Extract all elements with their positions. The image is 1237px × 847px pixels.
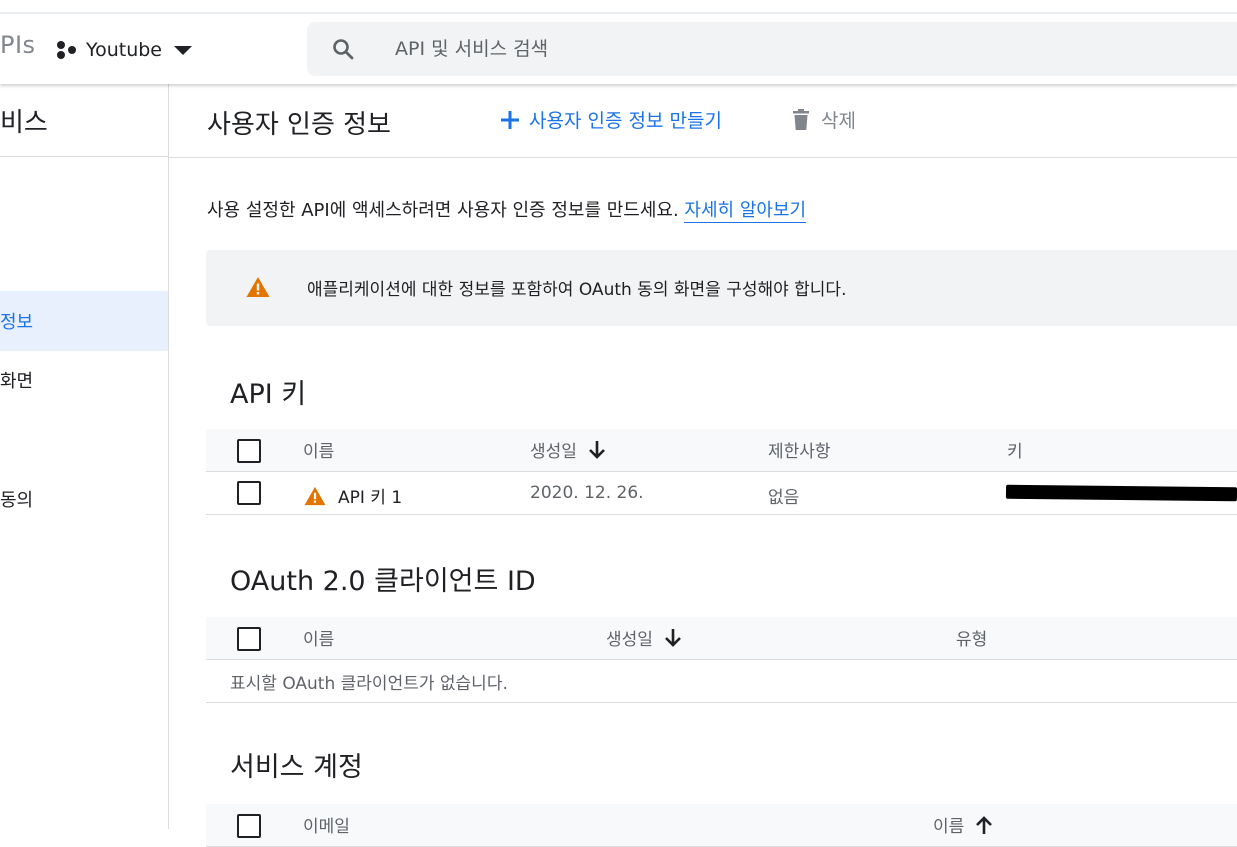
column-header-label: 이메일 <box>303 817 350 837</box>
select-all-checkbox[interactable] <box>237 627 261 651</box>
api-key-name-cell[interactable]: API 키 1 <box>304 483 402 508</box>
column-header-name[interactable]: 이름 <box>303 625 334 650</box>
project-icon <box>57 41 76 59</box>
redacted-key-value <box>1005 484 1237 502</box>
plus-icon <box>501 110 519 129</box>
column-header-key[interactable]: 키 <box>1007 437 1023 462</box>
sidebar-item-label: 동의 <box>0 490 34 511</box>
api-key-restrictions: 없음 <box>768 488 800 508</box>
column-header-created[interactable]: 생성일 <box>530 437 607 462</box>
sidebar-divider <box>0 156 168 157</box>
column-header-name[interactable]: 이름 <box>303 437 334 462</box>
column-header-name[interactable]: 이름 <box>933 812 994 837</box>
column-header-label: 생성일 <box>530 442 577 462</box>
arrow-down-icon <box>589 440 605 459</box>
consent-warning-banner: 애플리케이션에 대한 정보를 포함하여 OAuth 동의 화면을 구성해야 합니… <box>206 250 1237 326</box>
column-header-label: 제한사항 <box>768 442 831 462</box>
chevron-down-icon <box>174 45 192 55</box>
sidebar-item-credentials[interactable]: 정보 <box>0 291 168 351</box>
search-icon <box>333 39 354 60</box>
service-accounts-table-header: 이메일 이름 <box>206 804 1237 847</box>
api-keys-title: API 키 <box>230 379 307 410</box>
sidebar-title: 비스 <box>0 108 48 138</box>
column-header-created[interactable]: 생성일 <box>606 625 683 650</box>
delete-label: 삭제 <box>821 110 856 132</box>
page-title: 사용자 인증 정보 <box>207 110 391 140</box>
service-accounts-title: 서비스 계정 <box>230 752 363 783</box>
search-input[interactable] <box>393 37 1097 61</box>
sidebar: 비스 정보 화면 동의 <box>0 84 169 829</box>
arrow-up-icon <box>976 815 993 834</box>
oauth-empty-row: 표시할 OAuth 클라이언트가 없습니다. <box>206 660 1237 703</box>
row-checkbox[interactable] <box>237 481 261 505</box>
arrow-down-icon <box>665 628 681 647</box>
page-toolbar: 사용자 인증 정보 사용자 인증 정보 만들기 삭제 <box>169 84 1237 158</box>
column-header-label: 이름 <box>933 817 965 837</box>
column-header-label: 생성일 <box>606 630 653 650</box>
intro-text: 사용 설정한 API에 액세스하려면 사용자 인증 정보를 만드세요. 자세히 … <box>207 196 807 223</box>
project-name: Youtube <box>86 39 162 61</box>
top-header: PIs Youtube <box>0 14 1237 84</box>
oauth-table-header: 이름 생성일 유형 <box>206 617 1237 660</box>
brand-name: PIs <box>0 31 36 59</box>
sidebar-item-label: 정보 <box>0 312 34 333</box>
trash-icon <box>793 108 809 130</box>
delete-button[interactable]: 삭제 <box>791 106 856 133</box>
table-row[interactable]: API 키 1 2020. 12. 26. 없음 <box>206 472 1237 515</box>
sidebar-item-domain-consent[interactable]: 동의 <box>0 469 168 529</box>
top-strip <box>0 0 1237 12</box>
column-header-type[interactable]: 유형 <box>956 625 987 650</box>
warning-icon <box>246 277 270 297</box>
warning-icon <box>304 486 326 505</box>
create-credentials-label: 사용자 인증 정보 만들기 <box>529 110 722 132</box>
select-all-checkbox[interactable] <box>237 439 261 463</box>
column-header-label: 이름 <box>303 630 335 650</box>
api-key-name[interactable]: API 키 1 <box>338 483 402 508</box>
intro-sentence: 사용 설정한 API에 액세스하려면 사용자 인증 정보를 만드세요. <box>207 200 685 221</box>
oauth-clients-title: OAuth 2.0 클라이언트 ID <box>230 566 536 597</box>
oauth-empty-text: 표시할 OAuth 클라이언트가 없습니다. <box>230 674 508 694</box>
api-keys-table-header: 이름 생성일 제한사항 키 <box>206 429 1237 472</box>
select-all-checkbox[interactable] <box>237 814 261 838</box>
project-selector[interactable]: Youtube <box>56 36 192 64</box>
create-credentials-button[interactable]: 사용자 인증 정보 만들기 <box>499 106 722 133</box>
column-header-label: 이름 <box>303 442 335 462</box>
sidebar-item-label: 화면 <box>0 371 34 392</box>
column-header-restrictions[interactable]: 제한사항 <box>768 437 831 462</box>
search-bar[interactable] <box>307 22 1237 76</box>
learn-more-link[interactable]: 자세히 알아보기 <box>684 200 807 223</box>
column-header-label: 유형 <box>956 630 988 650</box>
api-key-created: 2020. 12. 26. <box>530 483 644 503</box>
column-header-label: 키 <box>1007 442 1023 462</box>
sidebar-item-consent-screen[interactable]: 화면 <box>0 350 168 410</box>
warning-text: 애플리케이션에 대한 정보를 포함하여 OAuth 동의 화면을 구성해야 합니… <box>307 280 847 300</box>
column-header-email[interactable]: 이메일 <box>303 812 350 837</box>
